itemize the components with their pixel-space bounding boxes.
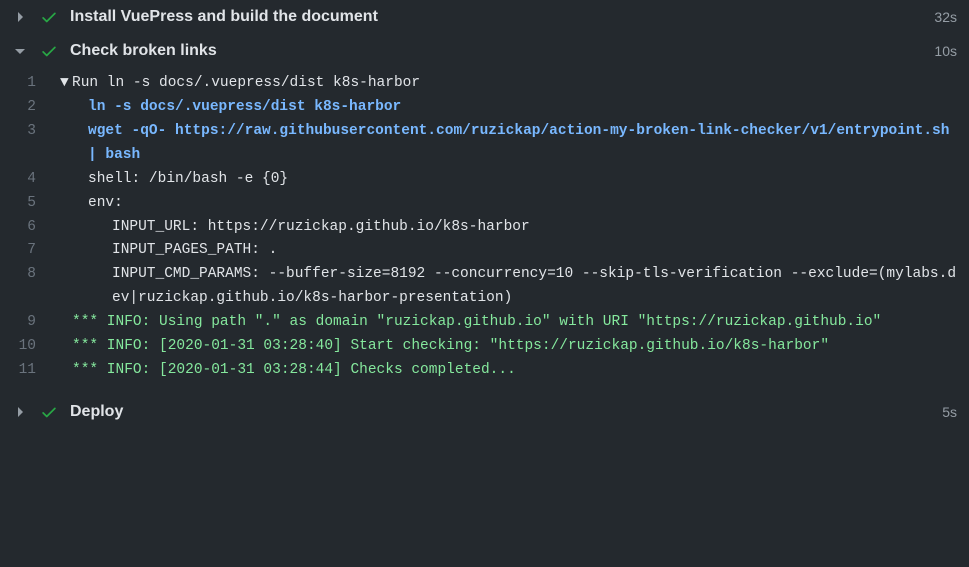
check-icon [40, 42, 58, 60]
log-line: 11 *** INFO: [2020-01-31 03:28:44] Check… [0, 359, 969, 383]
step-check-broken-links[interactable]: Check broken links 10s [0, 34, 969, 68]
log-line[interactable]: 1 ▼Run ln -s docs/.vuepress/dist k8s-har… [0, 72, 969, 96]
step-deploy[interactable]: Deploy 5s [0, 395, 969, 429]
line-content: shell: /bin/bash -e {0} [60, 168, 957, 192]
log-line: 2 ln -s docs/.vuepress/dist k8s-harbor [0, 96, 969, 120]
chevron-right-icon [12, 404, 28, 420]
line-content: wget -qO- https://raw.githubusercontent.… [60, 120, 957, 168]
line-content: ▼Run ln -s docs/.vuepress/dist k8s-harbo… [60, 72, 957, 96]
log-line: 3 wget -qO- https://raw.githubuserconten… [0, 120, 969, 168]
step-duration: 32s [934, 9, 957, 25]
log-output: 1 ▼Run ln -s docs/.vuepress/dist k8s-har… [0, 68, 969, 395]
step-title: Install VuePress and build the document [70, 8, 934, 26]
line-content: env: [60, 192, 957, 216]
line-content: ln -s docs/.vuepress/dist k8s-harbor [60, 96, 957, 120]
line-content: *** INFO: [2020-01-31 03:28:44] Checks c… [60, 359, 957, 383]
chevron-down-icon: ▼ [60, 72, 70, 96]
line-number: 2 [12, 96, 60, 120]
line-content: *** INFO: Using path "." as domain "ruzi… [60, 311, 957, 335]
line-number: 10 [12, 335, 60, 359]
log-line: 4 shell: /bin/bash -e {0} [0, 168, 969, 192]
line-content: INPUT_PAGES_PATH: . [60, 239, 957, 263]
line-number: 4 [12, 168, 60, 192]
log-line: 7 INPUT_PAGES_PATH: . [0, 239, 969, 263]
log-line: 10 *** INFO: [2020-01-31 03:28:40] Start… [0, 335, 969, 359]
step-duration: 10s [934, 43, 957, 59]
line-content: INPUT_CMD_PARAMS: --buffer-size=8192 --c… [60, 263, 957, 311]
line-number: 7 [12, 239, 60, 263]
line-number: 1 [12, 72, 60, 96]
chevron-down-icon [12, 43, 28, 59]
log-line: 9 *** INFO: Using path "." as domain "ru… [0, 311, 969, 335]
line-number: 9 [12, 311, 60, 335]
line-content: *** INFO: [2020-01-31 03:28:40] Start ch… [60, 335, 957, 359]
line-number: 5 [12, 192, 60, 216]
line-number: 11 [12, 359, 60, 383]
check-icon [40, 403, 58, 421]
step-install-vuepress[interactable]: Install VuePress and build the document … [0, 0, 969, 34]
log-line: 8 INPUT_CMD_PARAMS: --buffer-size=8192 -… [0, 263, 969, 311]
line-number: 3 [12, 120, 60, 144]
line-number: 6 [12, 216, 60, 240]
step-title: Deploy [70, 403, 942, 421]
step-title: Check broken links [70, 42, 934, 60]
chevron-right-icon [12, 9, 28, 25]
line-content: INPUT_URL: https://ruzickap.github.io/k8… [60, 216, 957, 240]
line-number: 8 [12, 263, 60, 287]
check-icon [40, 8, 58, 26]
log-line: 5 env: [0, 192, 969, 216]
log-line: 6 INPUT_URL: https://ruzickap.github.io/… [0, 216, 969, 240]
step-duration: 5s [942, 404, 957, 420]
